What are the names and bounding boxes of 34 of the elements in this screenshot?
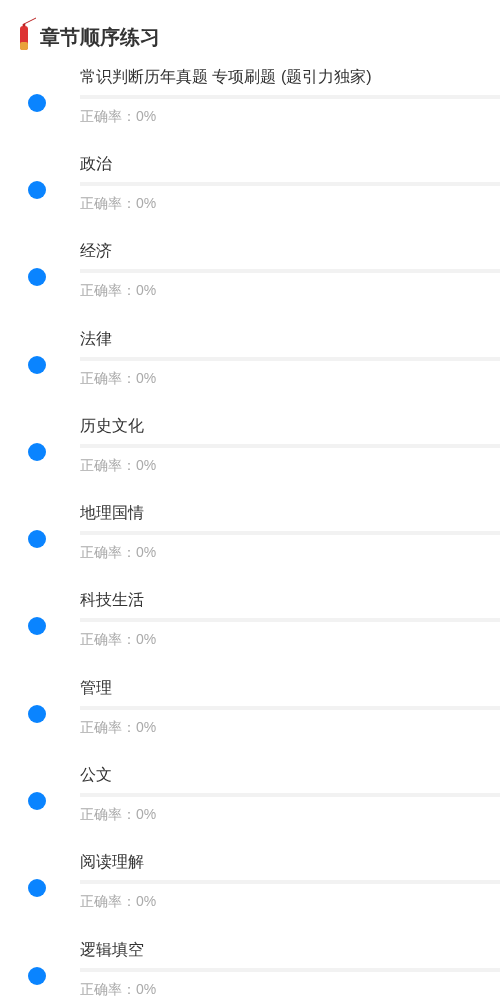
accuracy-text: 正确率：0% <box>80 193 158 213</box>
page-title: 章节顺序练习 <box>40 25 160 50</box>
chapter-title: 科技生活 <box>80 590 145 611</box>
chapter-item[interactable]: 常识判断历年真题 专项刷题 (题引力独家) 正确率：0% <box>0 52 500 140</box>
chapter-title: 管理 <box>80 677 113 698</box>
chapter-item[interactable]: 政治 正确率：0% <box>0 139 500 227</box>
chapter-item[interactable]: 阅读理解 正确率：0% <box>0 837 500 925</box>
chapter-title: 公文 <box>80 765 113 785</box>
accuracy-text: 正确率：0% <box>80 106 158 126</box>
chapter-title: 政治 <box>80 153 113 174</box>
accuracy-text: 正确率：0% <box>80 543 158 563</box>
chapter-title: 法律 <box>80 328 113 349</box>
chapter-title: 历史文化 <box>80 415 145 436</box>
chapter-title: 经济 <box>80 241 113 262</box>
chapter-item[interactable]: 公文 正确率：0% <box>0 750 500 838</box>
chapter-item[interactable]: 历史文化 正确率：0% <box>0 401 500 489</box>
chapter-item[interactable]: 地理国情 正确率：0% <box>0 488 500 576</box>
chapter-item[interactable]: 经济 正确率：0% <box>0 226 500 314</box>
chapter-item[interactable]: 逻辑填空 正确率：0% <box>0 924 500 1003</box>
chapter-title: 地理国情 <box>80 503 145 524</box>
accuracy-text: 正确率：0% <box>80 805 158 824</box>
accuracy-text: 正确率：0% <box>80 368 158 388</box>
chapter-title: 逻辑填空 <box>80 939 145 960</box>
chapter-item[interactable]: 科技生活 正确率：0% <box>0 575 500 664</box>
chapter-item[interactable]: 法律 正确率：0% <box>0 313 500 402</box>
accuracy-text: 正确率：0% <box>80 717 158 737</box>
chapter-title: 常识判断历年真题 专项刷题 (题引力独家) <box>80 66 373 87</box>
accuracy-text: 正确率：0% <box>80 455 158 475</box>
accuracy-text: 正确率：0% <box>80 979 158 999</box>
chapter-title: 阅读理解 <box>80 852 145 873</box>
accuracy-text: 正确率：0% <box>80 892 158 912</box>
chapter-item[interactable]: 管理 正确率：0% <box>0 663 500 751</box>
accuracy-text: 正确率：0% <box>80 281 158 301</box>
accuracy-text: 正确率：0% <box>80 630 158 650</box>
